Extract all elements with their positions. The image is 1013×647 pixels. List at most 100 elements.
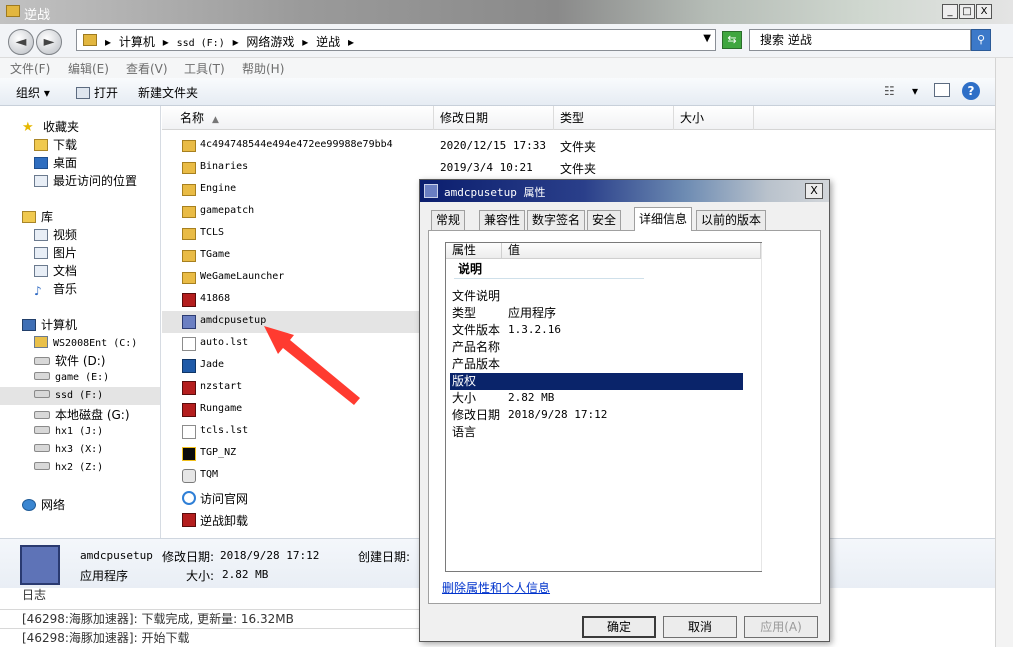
column-name[interactable]: 名称 ▲: [174, 106, 434, 130]
breadcrumb-ssd[interactable]: ssd (F:): [177, 38, 225, 49]
computer-icon: [22, 319, 36, 331]
forward-button[interactable]: ►: [36, 29, 62, 55]
menu-view[interactable]: 查看(V): [126, 60, 168, 77]
dialog-close-button[interactable]: X: [805, 183, 823, 199]
nav-drive-c[interactable]: WS2008Ent (C:): [34, 336, 137, 349]
nav-favorites[interactable]: ★ 收藏夹: [22, 118, 79, 135]
refresh-button[interactable]: ⇆: [722, 31, 742, 49]
tab-digital-signature[interactable]: 数字签名: [527, 210, 586, 230]
nav-drive-e[interactable]: game (E:): [34, 372, 109, 383]
property-row[interactable]: 产品版本: [450, 356, 743, 373]
nav-desktop[interactable]: 桌面: [34, 154, 77, 171]
breadcrumb-nizhan[interactable]: 逆战: [316, 35, 340, 49]
tab-compatibility[interactable]: 兼容性: [479, 210, 526, 230]
tab-general[interactable]: 常规: [431, 210, 466, 230]
chevron-down-icon[interactable]: ▼: [703, 33, 711, 44]
property-row-selected[interactable]: 版权: [450, 373, 743, 390]
nav-computer[interactable]: 计算机: [22, 316, 77, 333]
nav-documents[interactable]: 文档: [34, 262, 77, 279]
remove-properties-link[interactable]: 删除属性和个人信息: [442, 579, 550, 596]
tab-previous-versions[interactable]: 以前的版本: [696, 210, 767, 230]
property-row[interactable]: 产品名称: [450, 339, 743, 356]
file-row[interactable]: Binaries 2019/3/4 10:21 文件夹: [162, 157, 995, 179]
property-list-scrollbar[interactable]: [761, 243, 762, 571]
menu-edit[interactable]: 编辑(E): [68, 60, 109, 77]
file-name: TGP_NZ: [200, 447, 237, 458]
nav-drive-f[interactable]: ssd (F:): [34, 390, 103, 401]
annotation-arrow: [264, 326, 360, 405]
column-type[interactable]: 类型: [554, 106, 674, 130]
organize-button[interactable]: 组织 ▾: [16, 84, 50, 101]
help-icon[interactable]: ?: [962, 82, 980, 100]
breadcrumb-separator[interactable]: ▸: [233, 35, 239, 49]
search-input[interactable]: 搜索 逆战: [749, 29, 971, 51]
property-row[interactable]: 文件版本 1.3.2.16: [450, 322, 743, 339]
details-filename: amdcpusetup: [80, 549, 153, 562]
property-row[interactable]: 语言: [450, 424, 743, 441]
maximize-button[interactable]: □: [959, 4, 975, 19]
search-icon[interactable]: ⚲: [971, 29, 991, 51]
property-row[interactable]: 大小 2.82 MB: [450, 390, 743, 407]
breadcrumb-computer[interactable]: 计算机: [119, 35, 155, 49]
tab-details[interactable]: 详细信息: [634, 207, 693, 231]
details-type: 应用程序: [80, 569, 129, 583]
nav-pictures-label: 图片: [53, 246, 78, 260]
menu-file[interactable]: 文件(F): [10, 60, 50, 77]
property-row[interactable]: 修改日期 2018/9/28 17:12: [450, 407, 743, 424]
view-icon[interactable]: ☷: [884, 84, 895, 98]
dialog-titlebar[interactable]: amdcpusetup 属性 X: [420, 180, 829, 202]
column-modified[interactable]: 修改日期: [434, 106, 554, 130]
window-titlebar[interactable]: 逆战 _ □ X: [0, 0, 1013, 24]
nav-libraries[interactable]: 库: [22, 208, 53, 225]
breadcrumb-separator[interactable]: ▸: [163, 35, 169, 49]
nav-music-label: 音乐: [53, 282, 78, 296]
ok-button[interactable]: 确定: [582, 616, 656, 638]
breadcrumb[interactable]: ▸ 计算机 ▸ ssd (F:) ▸ 网络游戏 ▸ 逆战 ▸: [105, 33, 358, 50]
nav-network[interactable]: 网络: [22, 496, 65, 513]
nav-pictures[interactable]: 图片: [34, 244, 77, 261]
nav-computer-label: 计算机: [41, 318, 78, 332]
file-name: 41868: [200, 293, 231, 304]
breadcrumb-separator[interactable]: ▸: [348, 35, 354, 49]
property-list[interactable]: 属性 值 说明 文件说明 类型 应用程序 文件版本 1.3.2.16 产品名称 产品…: [445, 242, 762, 572]
column-name-label: 名称: [180, 111, 205, 125]
menu-tools[interactable]: 工具(T): [184, 60, 225, 77]
tab-security[interactable]: 安全: [587, 210, 622, 230]
breadcrumb-separator[interactable]: ▸: [302, 35, 308, 49]
nizhan-app-icon: [182, 381, 196, 395]
nav-music[interactable]: ♪ 音乐: [34, 280, 78, 298]
property-row[interactable]: 文件说明: [450, 288, 743, 305]
details-modified: 2018/9/28 17:12: [220, 549, 320, 562]
view-dropdown[interactable]: ▾: [912, 84, 918, 98]
cancel-button[interactable]: 取消: [663, 616, 737, 638]
address-bar[interactable]: ▸ 计算机 ▸ ssd (F:) ▸ 网络游戏 ▸ 逆战 ▸ ▼: [76, 29, 716, 51]
apply-button[interactable]: 应用(A): [744, 616, 818, 638]
picture-icon: [34, 247, 48, 259]
close-button[interactable]: X: [976, 4, 992, 19]
open-button[interactable]: 打开: [76, 84, 118, 101]
nav-downloads[interactable]: 下载: [34, 136, 77, 153]
nav-drive-j[interactable]: hx1 (J:): [34, 426, 103, 437]
nav-drive-g[interactable]: 本地磁盘 (G:): [34, 406, 130, 423]
nav-drive-x[interactable]: hx3 (X:): [34, 444, 103, 455]
minimize-button[interactable]: _: [942, 4, 958, 19]
drive-icon: [34, 462, 50, 470]
nav-recent-label: 最近访问的位置: [53, 174, 138, 188]
preview-pane-icon[interactable]: [934, 83, 950, 97]
property-key: 文件说明: [452, 289, 501, 303]
nav-recent[interactable]: 最近访问的位置: [34, 172, 137, 189]
nav-drive-z[interactable]: hx2 (Z:): [34, 462, 103, 473]
nav-videos[interactable]: 视频: [34, 226, 77, 243]
file-name: auto.lst: [200, 337, 249, 348]
new-folder-button[interactable]: 新建文件夹: [138, 84, 198, 101]
column-size[interactable]: 大小: [674, 106, 754, 130]
file-row[interactable]: 4c494748544e494e472ee99988e79bb4 2020/12/…: [162, 135, 995, 157]
back-button[interactable]: ◄: [8, 29, 34, 55]
column-property[interactable]: 属性: [446, 243, 502, 259]
breadcrumb-network-games[interactable]: 网络游戏: [246, 35, 294, 49]
breadcrumb-separator[interactable]: ▸: [105, 35, 111, 49]
menu-help[interactable]: 帮助(H): [242, 60, 284, 77]
nav-drive-d[interactable]: 软件 (D:): [34, 352, 105, 369]
property-row[interactable]: 类型 应用程序: [450, 305, 743, 322]
column-value[interactable]: 值: [502, 243, 761, 259]
